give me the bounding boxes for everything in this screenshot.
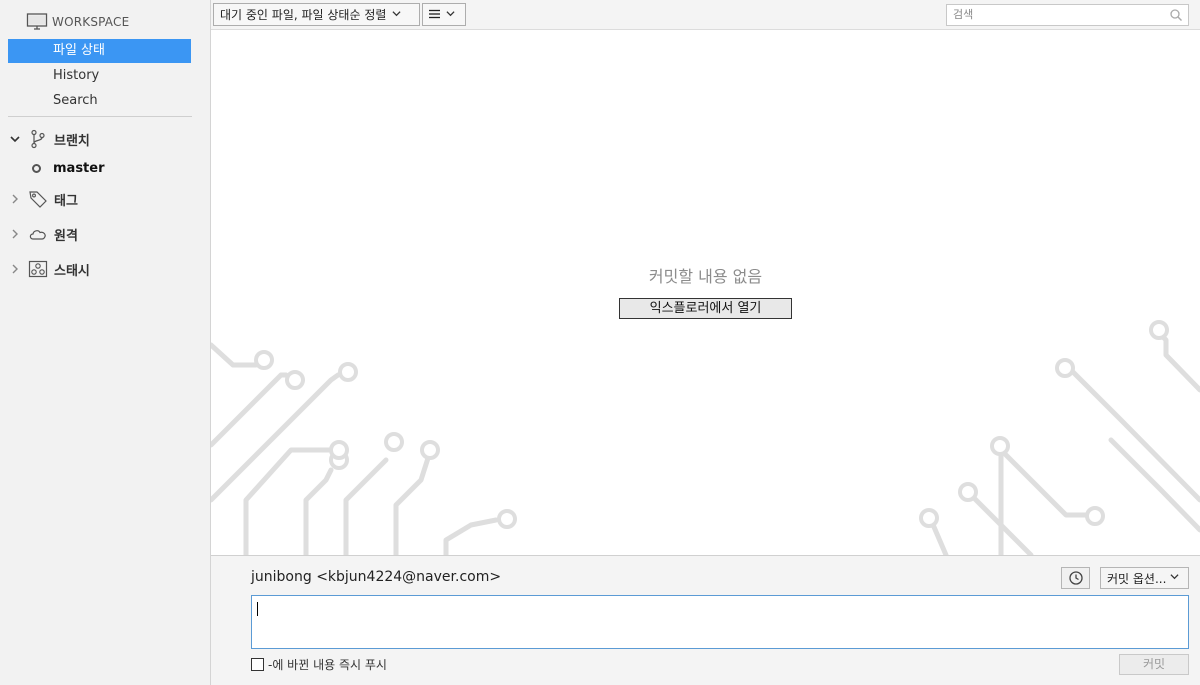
tags-label: 태그: [54, 193, 78, 209]
commit-options-dropdown[interactable]: 커밋 옵션...: [1100, 567, 1189, 589]
search-input[interactable]: 검색: [946, 4, 1189, 26]
clock-icon: [1068, 571, 1083, 585]
chevron-down-icon: [392, 9, 401, 21]
commit-panel: junibong <kbjun4224@naver.com> 커밋 옵션... …: [211, 555, 1200, 685]
branches-label: 브랜치: [54, 133, 90, 149]
empty-state-message: 커밋할 내용 없음: [648, 267, 763, 286]
branch-item-master[interactable]: master: [32, 158, 105, 178]
workspace-header: WORKSPACE: [26, 11, 129, 33]
main-panel: 대기 중인 파일, 파일 상태순 정렬 검색 커밋할 내용 없음 익스플로러에서…: [211, 0, 1200, 685]
push-immediately-label: -에 바뀐 내용 즉시 푸시: [268, 658, 387, 672]
commit-options-label: 커밋 옵션...: [1107, 571, 1167, 586]
chevron-down-icon: [1170, 572, 1179, 584]
search-placeholder: 검색: [953, 8, 974, 21]
file-filter-dropdown[interactable]: 대기 중인 파일, 파일 상태순 정렬: [213, 3, 420, 26]
sidebar-group-branches[interactable]: 브랜치: [8, 127, 90, 151]
stash-icon: [28, 259, 48, 279]
chevron-down-icon: [446, 9, 455, 21]
sidebar-group-tags[interactable]: 태그: [8, 187, 78, 211]
current-branch-icon: [32, 163, 41, 173]
sidebar-item-file-status[interactable]: 파일 상태: [8, 39, 191, 63]
sidebar-group-remotes[interactable]: 원격: [8, 222, 78, 246]
workspace-label: WORKSPACE: [52, 15, 130, 29]
sidebar-divider: [8, 116, 192, 117]
file-status-content: 커밋할 내용 없음 익스플로러에서 열기: [211, 30, 1200, 555]
remotes-label: 원격: [54, 228, 78, 244]
chevron-down-icon[interactable]: [8, 132, 22, 146]
tag-icon: [28, 189, 48, 209]
push-immediately-option[interactable]: -에 바뀐 내용 즉시 푸시: [251, 656, 387, 673]
commit-author: junibong <kbjun4224@naver.com>: [251, 569, 502, 585]
list-icon: [429, 8, 440, 22]
sidebar: WORKSPACE 파일 상태 History Search 브랜치 maste…: [0, 0, 211, 685]
branch-name: master: [53, 160, 105, 176]
text-cursor: [257, 602, 258, 616]
cloud-icon: [28, 224, 48, 244]
chevron-right-icon[interactable]: [8, 192, 22, 206]
commit-history-button[interactable]: [1061, 567, 1090, 589]
open-in-explorer-button[interactable]: 익스플로러에서 열기: [619, 298, 792, 319]
view-mode-dropdown[interactable]: [422, 3, 466, 26]
sidebar-item-history[interactable]: History: [8, 64, 191, 88]
monitor-icon: [26, 13, 48, 30]
branch-icon: [28, 129, 48, 149]
chevron-right-icon[interactable]: [8, 227, 22, 241]
push-immediately-checkbox[interactable]: [251, 658, 264, 671]
file-filter-value: 대기 중인 파일, 파일 상태순 정렬: [220, 8, 387, 22]
toolbar: 대기 중인 파일, 파일 상태순 정렬 검색: [211, 0, 1200, 30]
search-icon: [1170, 9, 1182, 21]
commit-message-input[interactable]: [251, 595, 1189, 649]
sidebar-item-search[interactable]: Search: [8, 89, 191, 113]
circuit-background-illustration: [211, 320, 1200, 555]
stashes-label: 스태시: [54, 263, 90, 279]
sidebar-group-stashes[interactable]: 스태시: [8, 257, 90, 281]
commit-button[interactable]: 커밋: [1119, 654, 1189, 675]
chevron-right-icon[interactable]: [8, 262, 22, 276]
